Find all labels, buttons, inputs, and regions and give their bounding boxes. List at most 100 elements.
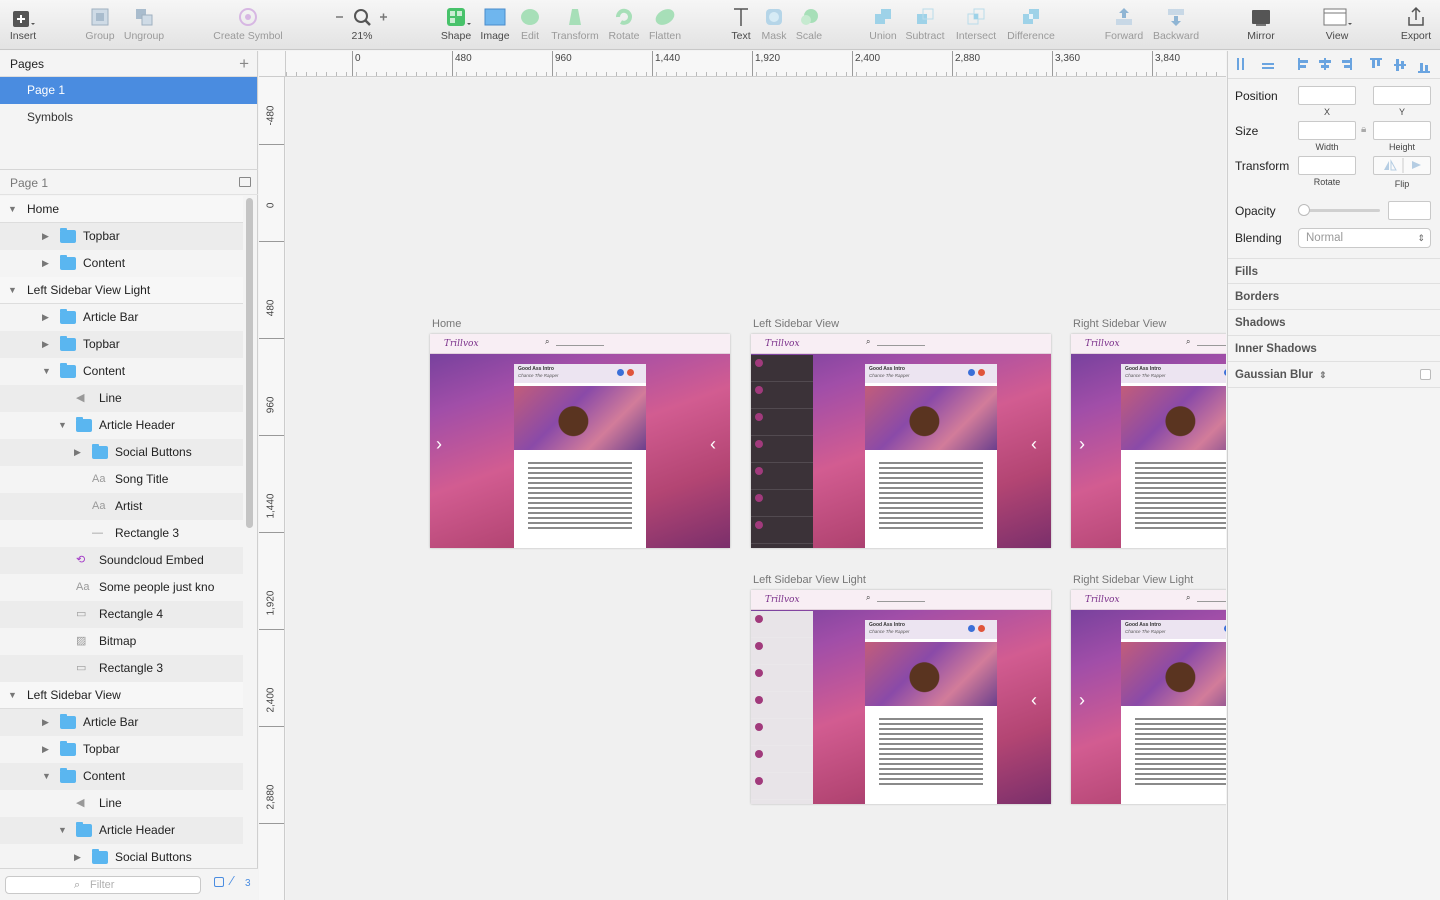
artboard-label[interactable]: Home <box>432 318 461 330</box>
layer-row[interactable]: ▼ Content <box>0 358 243 385</box>
edit-button[interactable]: Edit <box>515 6 545 42</box>
align-icons[interactable] <box>1228 51 1440 79</box>
view-button[interactable]: View <box>1318 6 1356 42</box>
rotate-button[interactable]: Rotate <box>605 6 643 42</box>
layer-row[interactable]: ▶ Topbar <box>0 331 243 358</box>
artboard[interactable]: Trillvox ⌕ Good Ass Intro Chance The Rapper… <box>751 590 1051 804</box>
disclosure-open-icon[interactable]: ▼ <box>42 763 51 790</box>
ungroup-button[interactable]: Ungroup <box>120 6 168 42</box>
inner-shadows-section[interactable]: Inner Shadows <box>1228 336 1440 362</box>
disclosure-open-icon[interactable]: ▼ <box>8 682 17 709</box>
disclosure-closed-icon[interactable]: ▶ <box>42 250 49 277</box>
layer-row[interactable]: Aa Song Title <box>0 466 243 493</box>
blending-select[interactable]: Normal ⇕ <box>1298 228 1431 248</box>
zoom-control[interactable]: 21% <box>332 6 392 42</box>
add-page-icon[interactable]: + <box>239 51 249 77</box>
text-button[interactable]: Text <box>726 6 756 42</box>
collapse-icon[interactable] <box>239 177 251 187</box>
horizontal-ruler[interactable]: 0 480 960 1,440 1,920 2,400 2,880 3,360 3,840 <box>286 51 1226 77</box>
layer-row[interactable]: ▶ Topbar <box>0 736 243 763</box>
opacity-slider-knob[interactable] <box>1298 204 1310 216</box>
layer-row[interactable]: ⟲ Soundcloud Embed <box>0 547 243 574</box>
gaussian-blur-section[interactable]: Gaussian Blur ⇕ <box>1228 362 1440 388</box>
subtract-button[interactable]: Subtract <box>902 6 948 42</box>
artboard-label[interactable]: Left Sidebar View Light <box>753 574 866 586</box>
difference-button[interactable]: Difference <box>1004 6 1058 42</box>
layer-row[interactable]: Aa Artist <box>0 493 243 520</box>
y-input[interactable] <box>1373 86 1431 105</box>
layer-row[interactable]: ▶ Social Buttons <box>0 844 243 871</box>
x-input[interactable] <box>1298 86 1356 105</box>
layer-row[interactable]: ▼ Article Header <box>0 412 243 439</box>
layer-row[interactable]: ▼ Left Sidebar View <box>0 682 243 709</box>
flip-buttons[interactable] <box>1373 156 1431 175</box>
insert-button[interactable]: Insert <box>6 6 40 42</box>
shadows-section[interactable]: Shadows <box>1228 310 1440 336</box>
disclosure-closed-icon[interactable]: ▶ <box>42 709 49 736</box>
layer-row[interactable]: ▭ Rectangle 4 <box>0 601 243 628</box>
disclosure-closed-icon[interactable]: ▶ <box>74 439 81 466</box>
layer-row[interactable]: ▭ Rectangle 3 <box>0 655 243 682</box>
group-button[interactable]: Group <box>82 6 118 42</box>
flatten-button[interactable]: Flatten <box>645 6 685 42</box>
edit-filter-icon[interactable]: ⁄ <box>231 873 233 888</box>
backward-button[interactable]: Backward <box>1150 6 1202 42</box>
disclosure-closed-icon[interactable]: ▶ <box>42 331 49 358</box>
layer-row[interactable]: — Rectangle 3 <box>0 520 243 547</box>
canvas[interactable]: Home Trillvox ⌕ Good Ass Intro Chance The Ra… <box>286 78 1226 900</box>
transform-button[interactable]: Transform <box>548 6 602 42</box>
disclosure-closed-icon[interactable]: ▶ <box>42 223 49 250</box>
image-button[interactable]: Image <box>478 6 512 42</box>
disclosure-open-icon[interactable]: ▼ <box>58 412 67 439</box>
disclosure-closed-icon[interactable]: ▶ <box>42 736 49 763</box>
layer-row[interactable]: ▶ Content <box>0 250 243 277</box>
disclosure-open-icon[interactable]: ▼ <box>42 358 51 385</box>
layer-row[interactable]: ▨ Bitmap <box>0 628 243 655</box>
layer-row[interactable]: ▼ Content <box>0 763 243 790</box>
layer-row[interactable]: ▶ Article Bar <box>0 304 243 331</box>
gaussian-blur-checkbox[interactable] <box>1420 369 1431 380</box>
disclosure-open-icon[interactable]: ▼ <box>58 817 67 844</box>
intersect-button[interactable]: Intersect <box>951 6 1001 42</box>
disclosure-open-icon[interactable]: ▼ <box>8 277 17 304</box>
mask-button[interactable]: Mask <box>758 6 790 42</box>
height-input[interactable] <box>1373 121 1431 140</box>
scale-button[interactable]: Scale <box>792 6 826 42</box>
fills-section[interactable]: Fills <box>1228 258 1440 284</box>
disclosure-open-icon[interactable]: ▼ <box>8 196 17 223</box>
artboard[interactable]: Trillvox ⌕ Good Ass Intro Chance The Rapper… <box>430 334 730 548</box>
lock-icon[interactable]: 🔒︎ <box>1361 124 1366 135</box>
borders-section[interactable]: Borders <box>1228 284 1440 310</box>
layer-row[interactable]: ▼ Left Sidebar View Light <box>0 277 243 304</box>
filter-input[interactable]: ⌕ Filter <box>5 876 201 894</box>
forward-button[interactable]: Forward <box>1100 6 1148 42</box>
disclosure-closed-icon[interactable]: ▶ <box>42 304 49 331</box>
layer-row[interactable]: ▶ Social Buttons <box>0 439 243 466</box>
layer-row[interactable]: ◀ Line <box>0 385 243 412</box>
artboard-label[interactable]: Left Sidebar View <box>753 318 839 330</box>
layer-row[interactable]: Aa Some people just kno <box>0 574 243 601</box>
create-symbol-button[interactable]: Create Symbol <box>208 6 288 42</box>
artboard[interactable]: Trillvox ⌕ Good Ass Intro Chance The Rapper… <box>1071 334 1226 548</box>
artboard-label[interactable]: Right Sidebar View Light <box>1073 574 1193 586</box>
layer-row[interactable]: ▼ Home <box>0 196 243 223</box>
export-button[interactable]: Export <box>1396 6 1436 42</box>
rotate-input[interactable] <box>1298 156 1356 175</box>
shape-button[interactable]: Shape <box>438 6 474 42</box>
artboard-label[interactable]: Right Sidebar View <box>1073 318 1166 330</box>
union-button[interactable]: Union <box>866 6 900 42</box>
opacity-input[interactable] <box>1388 201 1431 220</box>
opacity-slider[interactable] <box>1300 209 1380 212</box>
mirror-button[interactable]: Mirror <box>1240 6 1282 42</box>
artboard[interactable]: Trillvox ⌕ Good Ass Intro Chance The Rapper… <box>751 334 1051 548</box>
vertical-ruler[interactable]: -480 0 480 960 1,440 1,920 2,400 2,880 <box>259 77 285 900</box>
disclosure-closed-icon[interactable]: ▶ <box>74 844 81 871</box>
symbol-filter-icon[interactable] <box>214 877 224 887</box>
layer-row[interactable]: ▶ Topbar <box>0 223 243 250</box>
artboard[interactable]: Trillvox ⌕ Good Ass Intro Chance The Rapper… <box>1071 590 1226 804</box>
layer-row[interactable]: ▼ Article Header <box>0 817 243 844</box>
layer-row[interactable]: ▶ Article Bar <box>0 709 243 736</box>
layer-scrollbar[interactable] <box>246 198 253 528</box>
page-item-symbols[interactable]: Symbols <box>0 104 257 131</box>
page-item-page-1[interactable]: Page 1 <box>0 77 257 104</box>
